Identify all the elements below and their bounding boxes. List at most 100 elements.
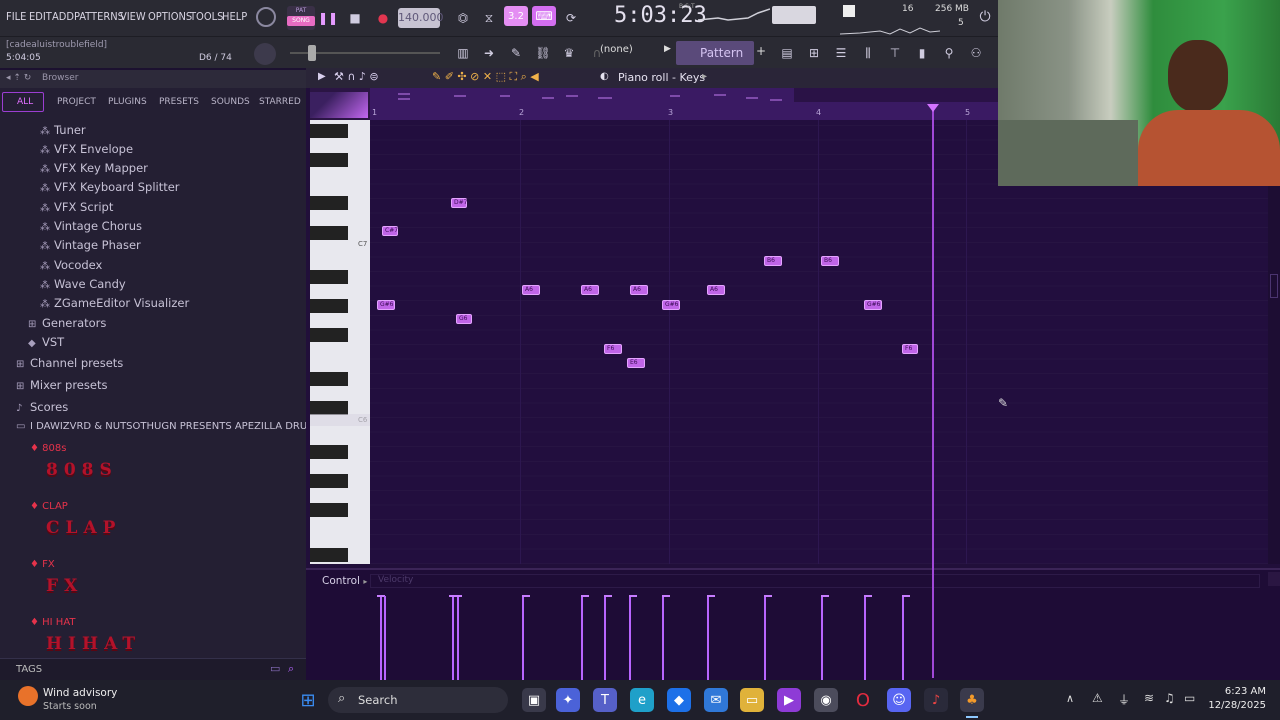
step-edit-button[interactable]: 3.2 xyxy=(504,6,528,26)
record-button[interactable]: ● xyxy=(372,8,394,28)
clock-time[interactable]: 6:23 AM xyxy=(1212,686,1266,697)
velocity-bar[interactable] xyxy=(821,596,823,680)
velocity-bar[interactable] xyxy=(902,596,904,680)
task-view-icon[interactable]: ▣ xyxy=(522,688,546,712)
black-key[interactable] xyxy=(310,503,348,517)
clapper-icon[interactable]: ▶ xyxy=(777,688,801,712)
velocity-bar[interactable] xyxy=(581,596,583,680)
note[interactable]: B6 xyxy=(821,256,839,266)
add-pattern-icon[interactable]: + xyxy=(756,44,766,58)
playhead[interactable] xyxy=(932,104,934,678)
black-key[interactable] xyxy=(310,474,348,488)
plugin-item[interactable]: ⁂ Tuner xyxy=(40,123,86,137)
plugin-item[interactable]: ⁂ Vocodex xyxy=(40,258,102,272)
typing-keyboard-icon[interactable]: ⌨ xyxy=(532,6,556,26)
black-key[interactable] xyxy=(310,153,348,167)
search-icon[interactable]: ⌕ xyxy=(288,662,294,676)
black-key[interactable] xyxy=(310,299,348,313)
tools-icons[interactable]: ⚒ ∩ ♪ ⊜ xyxy=(334,70,379,83)
kit-folder-clap[interactable]: ♦ CLAP xyxy=(30,501,68,512)
app-icon[interactable]: ♪ xyxy=(924,688,948,712)
black-key[interactable] xyxy=(310,372,348,386)
tab-presets[interactable]: PRESETS xyxy=(159,97,199,107)
vertical-scrollbar[interactable] xyxy=(1268,120,1280,564)
title-arrow-icon[interactable]: ▸ xyxy=(702,71,707,82)
wait-input-icon[interactable]: ⧖ xyxy=(478,8,500,28)
velocity-bar[interactable] xyxy=(452,596,454,680)
folder-vst[interactable]: ◆ VST xyxy=(28,335,64,349)
plugin-item[interactable]: ⁂ VFX Script xyxy=(40,200,113,214)
stamp-icon[interactable]: ♛ xyxy=(558,43,580,63)
camera-icon[interactable]: ◉ xyxy=(814,688,838,712)
master-volume-knob[interactable] xyxy=(256,7,276,27)
plugin-item[interactable]: ⁂ Vintage Chorus xyxy=(40,219,142,233)
power-icon[interactable]: ⏻ xyxy=(974,7,996,27)
note[interactable]: G#6 xyxy=(662,300,680,310)
pitch-knob[interactable] xyxy=(254,43,276,65)
velocity-bar[interactable] xyxy=(662,596,664,680)
note[interactable]: A6 xyxy=(630,285,648,295)
tempo-display[interactable]: 140.000 xyxy=(398,8,444,28)
mixer-icon[interactable]: ☰ xyxy=(830,43,852,63)
folder-drumkit[interactable]: ▭ I DAWIZVRD & NUTSOTHUGN PRESENTS APEZIL… xyxy=(16,421,331,432)
loop-record-icon[interactable]: ⟳ xyxy=(560,8,582,28)
channel-rack-icon[interactable]: ⊞ xyxy=(803,43,825,63)
draw-tool-icons[interactable]: ✎ ✐ ✣ ⊘ ✕ ⬚ ⛶ ⌕ ◀ xyxy=(432,70,539,84)
opera-icon[interactable]: O xyxy=(851,688,875,712)
master-pitch-slider[interactable] xyxy=(772,6,816,24)
kit-folder-808s[interactable]: ♦ 808s xyxy=(30,443,66,454)
piano-keyboard[interactable]: C7 C6 xyxy=(310,120,370,564)
note[interactable]: A6 xyxy=(522,285,540,295)
velocity-bar[interactable] xyxy=(522,596,524,680)
fl-studio-icon[interactable]: ♣ xyxy=(960,688,984,712)
velocity-bar[interactable] xyxy=(707,596,709,680)
note[interactable]: B6 xyxy=(764,256,782,266)
link-icon[interactable]: ⛓ xyxy=(532,43,554,63)
velocity-bar[interactable] xyxy=(764,596,766,680)
velocity-bar[interactable] xyxy=(864,596,866,680)
black-key[interactable] xyxy=(310,196,348,210)
velocity-bar[interactable] xyxy=(604,596,606,680)
menu-help[interactable]: HELP xyxy=(222,10,247,23)
mail-icon[interactable]: ✉ xyxy=(704,688,728,712)
user-icon[interactable]: ⚇ xyxy=(965,43,987,63)
note[interactable]: F6 xyxy=(604,344,622,354)
tab-project[interactable]: PROJECT xyxy=(57,97,96,107)
scrollbar-handle[interactable] xyxy=(1270,274,1278,298)
note[interactable]: E6 xyxy=(627,358,645,368)
master-slider-handle[interactable] xyxy=(308,45,316,61)
kit-folder-fx[interactable]: ♦ FX xyxy=(30,559,55,570)
note[interactable]: C#7 xyxy=(382,226,398,236)
volume-icon[interactable]: ♫ xyxy=(1164,691,1175,705)
black-key[interactable] xyxy=(310,270,348,284)
plugin-item[interactable]: ⁂ VFX Key Mapper xyxy=(40,161,148,175)
folder-generators[interactable]: ⊞ Generators xyxy=(28,316,106,330)
black-key[interactable] xyxy=(310,401,348,415)
note[interactable]: A6 xyxy=(707,285,725,295)
browser-nav-icons[interactable]: ◂ ⇡ ↻ xyxy=(6,73,31,83)
note[interactable]: G#6 xyxy=(377,300,395,310)
plug-icon[interactable]: ⚲ xyxy=(938,43,960,63)
velocity-bar[interactable] xyxy=(457,596,459,680)
menu-file[interactable]: FILE xyxy=(6,10,26,23)
speaker-icon[interactable]: ◐ xyxy=(600,71,609,82)
velocity-bar[interactable] xyxy=(384,596,386,680)
tab-all[interactable]: ALL xyxy=(17,97,33,107)
playlist-icon[interactable]: ▤ xyxy=(776,43,798,63)
file-icon[interactable]: ▮ xyxy=(911,43,933,63)
weather-title[interactable]: Wind advisory xyxy=(43,687,117,699)
plugin-item[interactable]: ⁂ ZGameEditor Visualizer xyxy=(40,296,189,310)
velocity-bar[interactable] xyxy=(629,596,631,680)
note[interactable]: D#7 xyxy=(451,198,467,208)
folder-mixer-presets[interactable]: ⊞ Mixer presets xyxy=(16,378,107,392)
folder-scores[interactable]: ♪ Scores xyxy=(16,400,68,414)
menu-patterns[interactable]: PATTERNS xyxy=(74,10,124,23)
control-scroll-button[interactable] xyxy=(1268,572,1280,586)
menu-options[interactable]: OPTIONS xyxy=(148,10,192,23)
note[interactable]: A6 xyxy=(581,285,599,295)
discord-icon[interactable]: ☺ xyxy=(887,688,911,712)
menu-add[interactable]: ADD xyxy=(52,10,74,23)
tab-starred[interactable]: STARRED xyxy=(259,97,301,107)
windows-start-icon[interactable]: ⊞ xyxy=(296,688,320,712)
menu-edit[interactable]: EDIT xyxy=(29,10,52,23)
